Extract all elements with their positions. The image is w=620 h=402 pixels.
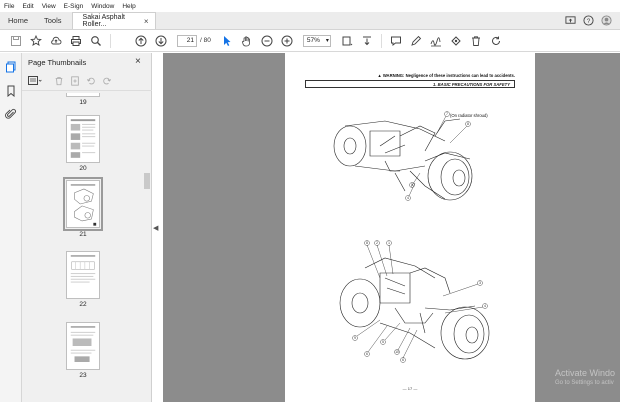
bookmarks-icon[interactable] <box>5 85 17 98</box>
zoom-select[interactable]: 57% <box>302 34 331 47</box>
callout-label: 4 <box>407 196 409 200</box>
svg-text:?: ? <box>587 18 591 25</box>
callout-label: 10 <box>395 350 399 354</box>
document-page: ▲ WARNING: Negligence of these instructi… <box>285 53 535 402</box>
page-footer-number: — 17 — <box>402 386 418 391</box>
stamp-icon[interactable] <box>450 35 462 47</box>
account-icon[interactable] <box>601 15 612 26</box>
callout-label: 7 <box>446 112 448 116</box>
thumbnail-page[interactable] <box>66 322 100 370</box>
callout-label: 6 <box>366 352 368 356</box>
callout-label: 3 <box>479 281 481 285</box>
scroll-mode-icon[interactable] <box>361 35 373 47</box>
pen-icon[interactable] <box>410 35 422 47</box>
close-icon[interactable]: × <box>135 56 141 67</box>
toolbar-divider <box>110 33 111 48</box>
rotate-icon[interactable] <box>490 35 502 47</box>
thumbnail-page-selected[interactable] <box>63 177 103 231</box>
callout-label: 6 <box>402 358 404 362</box>
thumbnail-label: 21 <box>79 231 87 238</box>
bookmark-star-icon[interactable] <box>30 34 42 47</box>
thumbnail-label: 23 <box>79 372 87 379</box>
insert-page-icon[interactable] <box>70 75 80 88</box>
panel-scrollbar[interactable] <box>143 93 151 402</box>
hand-tool-icon[interactable] <box>241 35 253 47</box>
thumbnail-page[interactable] <box>66 251 100 299</box>
fit-page-icon[interactable] <box>341 35 353 47</box>
menu-esign[interactable]: E-Sign <box>64 3 84 10</box>
panel-title: Page Thumbnails <box>28 58 87 67</box>
callout-label: 8 <box>467 122 469 126</box>
page-thumbnails-icon[interactable] <box>5 61 17 73</box>
section-heading: 1. BASIC PRECAUTIONS FOR SAFETY <box>305 80 515 88</box>
search-icon[interactable] <box>90 35 102 47</box>
tab-home[interactable]: Home <box>0 12 36 29</box>
upload-cloud-icon[interactable] <box>50 35 62 47</box>
scrollbar-thumb[interactable] <box>144 173 150 189</box>
menu-file[interactable]: File <box>4 3 14 10</box>
document-viewer: ▲ WARNING: Negligence of these instructi… <box>163 53 620 402</box>
menu-view[interactable]: View <box>42 3 56 10</box>
warning-line: ▲ WARNING: Negligence of these instructi… <box>377 73 515 78</box>
toolbar-divider <box>380 33 382 48</box>
help-icon[interactable]: ? <box>583 15 594 26</box>
zoom-out-icon[interactable] <box>261 35 273 47</box>
collapse-panel-icon[interactable]: ◀ <box>153 224 158 232</box>
toolbar: 21 / 80 57% <box>0 30 620 52</box>
zoom-in-icon[interactable] <box>281 35 293 47</box>
radiator-note: (On radiator shroud) <box>450 113 488 118</box>
share-screen-icon[interactable] <box>565 15 576 26</box>
thumbnails-list: 19 20 21 22 23 <box>22 93 143 402</box>
save-icon[interactable] <box>10 35 22 47</box>
menu-edit[interactable]: Edit <box>22 3 33 10</box>
print-icon[interactable] <box>70 35 82 47</box>
close-icon[interactable]: × <box>144 17 149 26</box>
panel-toolbar <box>22 73 152 91</box>
callout-label: 9 <box>354 336 356 340</box>
callout-label: 8 <box>366 241 368 245</box>
comment-icon[interactable] <box>390 35 402 47</box>
roller-illustration-top: 7 8 4 5 <box>333 111 473 201</box>
tab-document[interactable]: Sakai Asphalt Roller... × <box>71 12 156 29</box>
tab-document-title: Sakai Asphalt Roller... <box>82 14 125 28</box>
page-down-icon[interactable] <box>155 35 167 47</box>
menu-help[interactable]: Help <box>122 3 135 10</box>
left-rail <box>0 53 22 402</box>
thumbnail-options-icon[interactable] <box>28 75 42 88</box>
page-up-icon[interactable] <box>135 35 147 47</box>
activation-watermark-sub: Go to Settings to activ <box>555 380 614 386</box>
thumbnail-page[interactable] <box>66 115 100 163</box>
undo-icon[interactable] <box>86 76 96 88</box>
tab-bar: Home Tools Sakai Asphalt Roller... × ? <box>0 12 620 30</box>
delete-page-icon[interactable] <box>54 76 64 88</box>
callout-label: 5 <box>382 340 384 344</box>
select-cursor-icon[interactable] <box>221 35 233 47</box>
redo-icon[interactable] <box>102 76 112 88</box>
callout-label: 1 <box>388 241 390 245</box>
callout-label: 2 <box>376 241 378 245</box>
attachments-icon[interactable] <box>5 108 17 120</box>
menu-bar: File Edit View E-Sign Window Help <box>0 0 620 12</box>
page-thumbnails-panel: Page Thumbnails × 19 20 21 22 23 <box>22 53 152 402</box>
signature-icon[interactable] <box>430 35 442 47</box>
thumbnail-label: 20 <box>79 165 87 172</box>
thumbnail-page[interactable] <box>66 93 100 97</box>
thumbnail-label: 22 <box>79 301 87 308</box>
tab-tools[interactable]: Tools <box>36 12 70 29</box>
activation-watermark: Activate Windo <box>555 368 616 378</box>
page-total: / 80 <box>200 37 211 44</box>
tab-bar-right: ? <box>565 12 620 29</box>
thumbnail-label: 19 <box>79 99 87 106</box>
page-number-input[interactable]: 21 <box>177 34 197 47</box>
callout-label: 5 <box>411 183 413 187</box>
callout-label: 4 <box>484 304 486 308</box>
roller-illustration-bottom: 8 2 1 3 4 5 9 10 6 6 <box>339 240 490 363</box>
menu-window[interactable]: Window <box>91 3 114 10</box>
delete-icon[interactable] <box>470 35 482 47</box>
